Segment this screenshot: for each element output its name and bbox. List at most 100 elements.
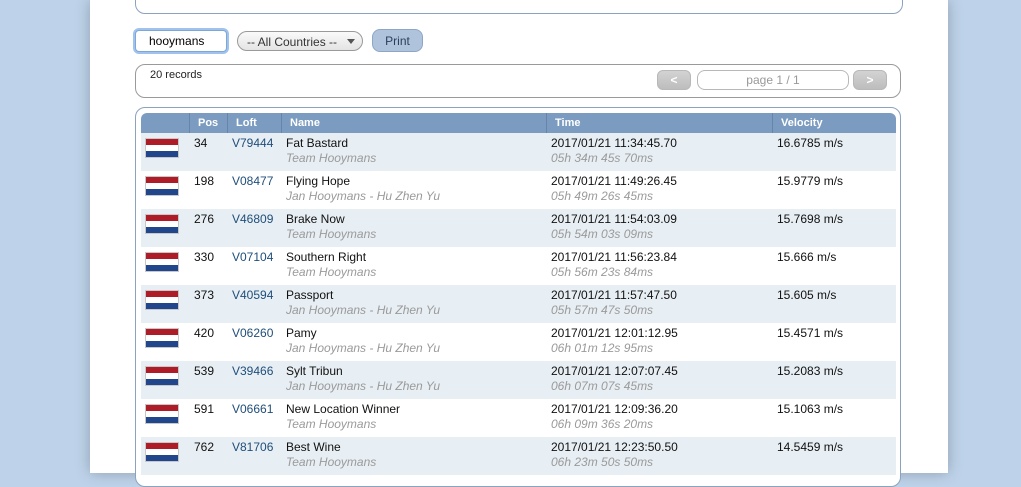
pigeon-name: Passport [286,288,334,302]
team-name: Team Hooymans [286,227,377,241]
flight-duration: 06h 09m 36s 20ms [551,417,654,431]
netherlands-flag-icon [145,442,179,462]
arrival-time: 2017/01/21 11:56:23.84 [551,250,677,264]
pos-cell: 373 [194,288,215,302]
loft-cell: V06260 [232,326,274,340]
pos-cell: 762 [194,440,215,454]
arrival-time: 2017/01/21 11:34:45.70 [551,136,677,150]
loft-cell: V07104 [232,250,274,264]
previous-page-button[interactable]: < [657,70,691,90]
next-page-button[interactable]: > [853,70,887,90]
table-header: Pos Loft Name Time Velocity [141,113,896,133]
page-indicator: page 1 / 1 [697,70,849,90]
arrival-time: 2017/01/21 12:23:50.50 [551,440,678,454]
pos-cell: 539 [194,364,215,378]
column-header-flag[interactable] [141,113,189,133]
table-body: 34 V79444 Fat Bastard Team Hooymans 2017… [141,133,896,475]
loft-cell: V46809 [232,212,274,226]
flight-duration: 06h 01m 12s 95ms [551,341,654,355]
flight-duration: 05h 57m 47s 50ms [551,303,654,317]
pigeon-name: Best Wine [286,440,341,454]
content-panel: -- All Countries -- Print 20 records < p… [90,0,948,487]
flight-duration: 05h 49m 26s 45ms [551,189,654,203]
loft-cell: V79444 [232,136,274,150]
team-name: Team Hooymans [286,265,377,279]
pigeon-name: New Location Winner [286,402,401,416]
netherlands-flag-icon [145,290,179,310]
pigeon-name: Flying Hope [286,174,351,188]
arrival-time: 2017/01/21 11:57:47.50 [551,288,677,302]
netherlands-flag-icon [145,328,179,348]
pigeon-name: Pamy [286,326,317,340]
pos-cell: 276 [194,212,215,226]
column-header-velocity[interactable]: Velocity [772,113,896,133]
team-name: Team Hooymans [286,151,377,165]
loft-cell: V40594 [232,288,274,302]
flight-duration: 05h 56m 23s 84ms [551,265,654,279]
column-header-pos[interactable]: Pos [189,113,227,133]
netherlands-flag-icon [145,404,179,424]
velocity-cell: 15.7698 m/s [777,212,844,226]
loft-cell: V08477 [232,174,274,188]
column-header-time[interactable]: Time [546,113,772,133]
velocity-cell: 15.4571 m/s [777,326,844,340]
table-row[interactable]: 420 V06260 Pamy Jan Hooymans - Hu Zhen Y… [141,323,896,361]
pos-cell: 34 [194,136,208,150]
table-row[interactable]: 34 V79444 Fat Bastard Team Hooymans 2017… [141,133,896,171]
velocity-cell: 16.6785 m/s [777,136,844,150]
loft-cell: V39466 [232,364,274,378]
arrival-time: 2017/01/21 11:49:26.45 [551,174,677,188]
pigeon-name: Sylt Tribun [286,364,343,378]
team-name: Team Hooymans [286,455,377,469]
table-row[interactable]: 276 V46809 Brake Now Team Hooymans 2017/… [141,209,896,247]
velocity-cell: 15.9779 m/s [777,174,844,188]
table-row[interactable]: 539 V39466 Sylt Tribun Jan Hooymans - Hu… [141,361,896,399]
velocity-cell: 15.2083 m/s [777,364,844,378]
pigeon-name: Brake Now [286,212,345,226]
flight-duration: 06h 07m 07s 45ms [551,379,654,393]
pos-cell: 591 [194,402,215,416]
records-bar: 20 records < page 1 / 1 > [135,64,901,98]
arrival-time: 2017/01/21 12:09:36.20 [551,402,678,416]
netherlands-flag-icon [145,252,179,272]
pos-cell: 330 [194,250,215,264]
pigeon-name: Southern Right [286,250,367,264]
table-row[interactable]: 762 V81706 Best Wine Team Hooymans 2017/… [141,437,896,475]
velocity-cell: 15.666 m/s [777,250,837,264]
netherlands-flag-icon [145,176,179,196]
team-name: Jan Hooymans - Hu Zhen Yu [286,189,441,203]
netherlands-flag-icon [145,366,179,386]
print-button[interactable]: Print [372,29,423,52]
arrival-time: 2017/01/21 12:01:12.95 [551,326,678,340]
team-name: Team Hooymans [286,417,377,431]
chevron-down-icon [347,39,355,44]
loft-cell: V81706 [232,440,274,454]
column-header-loft[interactable]: Loft [227,113,281,133]
column-header-name[interactable]: Name [281,113,546,133]
table-row[interactable]: 591 V06661 New Location Winner Team Hooy… [141,399,896,437]
results-table: Pos Loft Name Time Velocity 34 V79444 Fa… [135,107,901,487]
team-name: Jan Hooymans - Hu Zhen Yu [286,303,441,317]
team-name: Jan Hooymans - Hu Zhen Yu [286,379,441,393]
velocity-cell: 15.1063 m/s [777,402,844,416]
pos-cell: 420 [194,326,215,340]
netherlands-flag-icon [145,214,179,234]
table-row[interactable]: 330 V07104 Southern Right Team Hooymans … [141,247,896,285]
search-input[interactable] [135,30,227,52]
top-filter-box [135,0,903,14]
table-row[interactable]: 373 V40594 Passport Jan Hooymans - Hu Zh… [141,285,896,323]
velocity-cell: 14.5459 m/s [777,440,844,454]
loft-cell: V06661 [232,402,274,416]
country-select[interactable]: -- All Countries -- [237,31,363,51]
flight-duration: 05h 34m 45s 70ms [551,151,654,165]
velocity-cell: 15.605 m/s [777,288,837,302]
flight-duration: 06h 23m 50s 50ms [551,455,654,469]
table-row[interactable]: 198 V08477 Flying Hope Jan Hooymans - Hu… [141,171,896,209]
team-name: Jan Hooymans - Hu Zhen Yu [286,341,441,355]
netherlands-flag-icon [145,138,179,158]
pigeon-name: Fat Bastard [286,136,349,150]
flight-duration: 05h 54m 03s 09ms [551,227,654,241]
country-select-value: -- All Countries -- [247,35,338,49]
arrival-time: 2017/01/21 11:54:03.09 [551,212,677,226]
pos-cell: 198 [194,174,215,188]
